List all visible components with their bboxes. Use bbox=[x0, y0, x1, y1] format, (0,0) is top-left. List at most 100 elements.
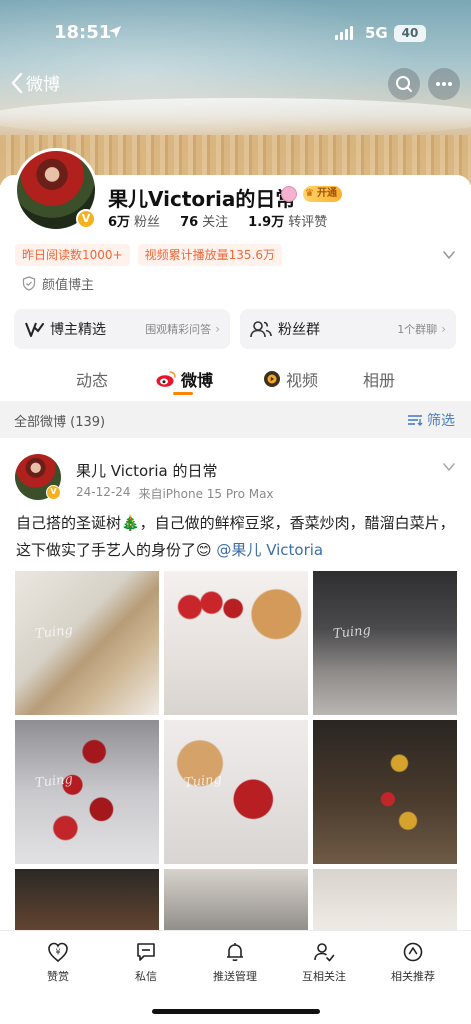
message-button[interactable]: 私信 bbox=[106, 941, 186, 984]
mutual-follow-label: 互相关注 bbox=[302, 970, 346, 983]
chevron-right-icon: › bbox=[441, 322, 446, 336]
search-button[interactable] bbox=[388, 68, 420, 100]
post-body: 自己搭的圣诞树🎄，自己做的鲜榨豆浆，香菜炒肉，醋溜白菜片，这下做实了手艺人的身份… bbox=[16, 510, 456, 564]
chevron-left-icon bbox=[11, 72, 23, 93]
filter-label: 筛选 bbox=[427, 413, 455, 429]
filter-bar: 全部微博 (139) 筛选 bbox=[0, 401, 471, 438]
post-source: 来自iPhone 15 Pro Max bbox=[138, 487, 274, 501]
role-label: 颜值博主 bbox=[22, 274, 94, 293]
fan-group-subtitle: 1个群聊 bbox=[397, 323, 438, 336]
mutual-follow-icon bbox=[314, 943, 335, 962]
chevron-right-icon: › bbox=[215, 322, 220, 336]
following-label: 关注 bbox=[202, 215, 229, 230]
blogger-picks-module[interactable]: 博主精选 围观精彩问答 › bbox=[14, 309, 230, 349]
filter-button[interactable]: 筛选 bbox=[407, 410, 455, 430]
post-author-name[interactable]: 果儿 Victoria 的日常 bbox=[76, 460, 217, 481]
followers-label: 粉丝 bbox=[134, 215, 161, 230]
push-settings-label: 推送管理 bbox=[213, 970, 257, 983]
profile-name: 果儿Victoria的日常 bbox=[108, 187, 296, 211]
interactions-count: 1.9万 bbox=[248, 215, 285, 230]
post-date: 24-12-24 bbox=[76, 485, 131, 499]
photo-watermark: Tuing bbox=[183, 772, 223, 791]
mutual-follow-button[interactable]: 互相关注 bbox=[284, 941, 364, 984]
blogger-picks-title: 博主精选 bbox=[50, 322, 106, 338]
tab-album-label: 相册 bbox=[363, 371, 396, 390]
interactions-stat[interactable]: 1.9万 转评赞 bbox=[248, 211, 327, 230]
back-button[interactable]: 微博 bbox=[10, 70, 60, 95]
message-icon bbox=[137, 943, 155, 961]
tab-album[interactable]: 相册 bbox=[363, 367, 395, 391]
member-badge-icon[interactable] bbox=[281, 186, 297, 202]
network-type: 5G bbox=[365, 24, 388, 42]
nav-bar: 微博 bbox=[0, 64, 471, 104]
verified-badge-icon: V bbox=[76, 209, 96, 229]
photo-3[interactable]: Tuing bbox=[313, 571, 457, 715]
vip-open-badge[interactable]: 开通 bbox=[303, 186, 342, 202]
status-time: 18:51 bbox=[54, 22, 112, 43]
post-mention-link[interactable]: @果儿 Victoria bbox=[216, 541, 323, 559]
push-settings-button[interactable]: 推送管理 bbox=[195, 941, 275, 984]
active-tab-indicator bbox=[173, 392, 193, 395]
post-meta: 24-12-24 来自iPhone 15 Pro Max bbox=[76, 485, 274, 502]
video-icon bbox=[264, 371, 280, 387]
photo-watermark: Tuing bbox=[34, 772, 74, 791]
photo-watermark: Tuing bbox=[332, 623, 372, 642]
tab-activity-label: 动态 bbox=[76, 371, 109, 390]
role-text: 颜值博主 bbox=[42, 278, 95, 293]
tab-video-label: 视频 bbox=[286, 371, 319, 390]
photo-1[interactable]: Tuing bbox=[15, 571, 159, 715]
blogger-picks-subtitle: 围观精彩问答 bbox=[145, 323, 212, 336]
blogger-picks-icon bbox=[25, 322, 44, 337]
following-stat[interactable]: 76 关注 bbox=[180, 211, 228, 230]
following-count: 76 bbox=[180, 215, 199, 230]
battery-icon: 40 bbox=[394, 25, 426, 42]
tab-weibo[interactable]: 微博 bbox=[155, 367, 213, 391]
photo-6[interactable] bbox=[313, 720, 457, 864]
profile-stats: 6万 粉丝 76 关注 1.9万 转评赞 bbox=[108, 211, 327, 230]
bell-icon bbox=[227, 943, 243, 962]
search-icon bbox=[396, 76, 412, 92]
tab-video[interactable]: 视频 bbox=[262, 367, 318, 391]
followers-count: 6万 bbox=[108, 215, 131, 230]
followers-stat[interactable]: 6万 粉丝 bbox=[108, 211, 160, 230]
fan-group-icon bbox=[250, 321, 272, 338]
post-count-label: 全部微博 (139) bbox=[14, 415, 106, 430]
profile-tabs: 动态 微博 视频 相册 bbox=[0, 357, 471, 399]
tag-read-count[interactable]: 昨日阅读数1000+ bbox=[15, 244, 130, 266]
home-indicator bbox=[152, 1009, 320, 1014]
tab-activity[interactable]: 动态 bbox=[76, 367, 108, 391]
message-label: 私信 bbox=[135, 970, 157, 983]
reward-button[interactable]: ¥ 赞赏 bbox=[18, 941, 98, 984]
shield-icon bbox=[22, 276, 36, 291]
related-recommend-label: 相关推荐 bbox=[391, 970, 435, 983]
photo-4[interactable]: Tuing bbox=[15, 720, 159, 864]
status-bar: 18:51 5G 40 bbox=[0, 0, 471, 68]
weibo-logo-icon bbox=[156, 371, 176, 387]
fan-group-module[interactable]: 粉丝群 1个群聊 › bbox=[240, 309, 456, 349]
post-card: V 果儿 Victoria 的日常 24-12-24 来自iPhone 15 P… bbox=[0, 438, 471, 1013]
related-recommend-button[interactable]: 相关推荐 bbox=[373, 941, 453, 984]
compass-icon bbox=[403, 942, 423, 962]
filter-icon bbox=[408, 415, 423, 426]
verified-badge-icon: V bbox=[46, 485, 61, 500]
reward-icon: ¥ bbox=[48, 942, 68, 963]
post-menu-chevron-icon[interactable] bbox=[442, 460, 456, 474]
fan-group-title: 粉丝群 bbox=[278, 322, 320, 338]
more-icon bbox=[436, 82, 452, 86]
chevron-down-icon[interactable] bbox=[442, 248, 456, 262]
interactions-label: 转评赞 bbox=[288, 215, 328, 230]
profile-modules: 博主精选 围观精彩问答 › 粉丝群 1个群聊 › bbox=[14, 309, 456, 349]
reward-label: 赞赏 bbox=[47, 970, 69, 983]
back-label: 微博 bbox=[26, 75, 60, 95]
photo-2[interactable] bbox=[164, 571, 308, 715]
tag-video-plays[interactable]: 视频累计播放量135.6万 bbox=[137, 244, 282, 266]
svg-text:¥: ¥ bbox=[55, 948, 60, 957]
location-arrow-icon bbox=[109, 26, 121, 38]
achievement-tags: 昨日阅读数1000+ 视频累计播放量135.6万 bbox=[15, 244, 282, 266]
more-button[interactable] bbox=[428, 68, 460, 100]
photo-5[interactable]: Tuing bbox=[164, 720, 308, 864]
tab-weibo-label: 微博 bbox=[181, 371, 214, 390]
photo-watermark: Tuing bbox=[34, 623, 74, 642]
signal-icon bbox=[335, 26, 353, 40]
banner-wave bbox=[0, 98, 471, 138]
